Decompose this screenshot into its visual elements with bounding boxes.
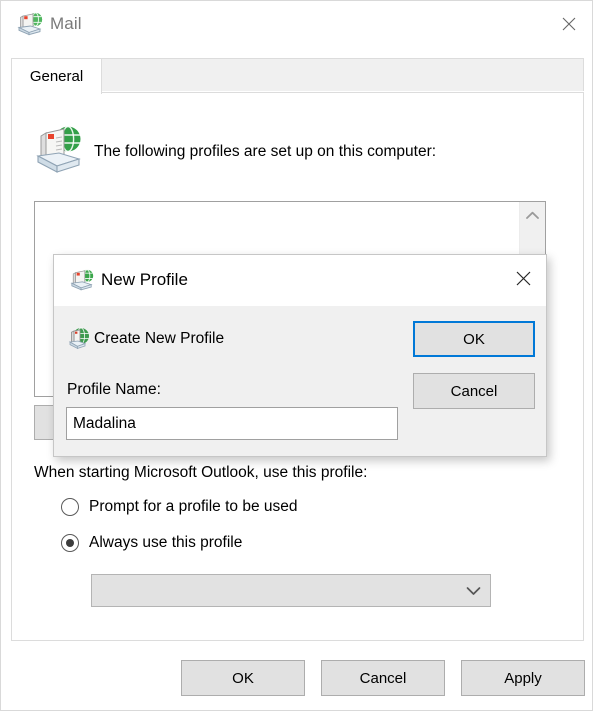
startup-profile-label: When starting Microsoft Outlook, use thi… [34, 464, 368, 481]
tab-general[interactable]: General [11, 58, 102, 94]
chevron-down-icon [456, 586, 490, 596]
chevron-up-icon[interactable] [520, 202, 545, 228]
apply-button[interactable]: Apply [461, 660, 585, 696]
new-profile-body: Create New Profile Profile Name: OK Canc… [54, 306, 546, 456]
close-icon[interactable] [546, 1, 592, 47]
radio-prompt-label: Prompt for a profile to be used [89, 498, 298, 515]
profile-icon [68, 327, 90, 351]
new-profile-titlebar: New Profile [54, 255, 546, 306]
window-titlebar: Mail [1, 1, 592, 47]
radio-checked-icon [61, 534, 79, 552]
ok-button[interactable]: OK [181, 660, 305, 696]
mail-setup-icon [70, 268, 94, 292]
dialog-button-row: OK Cancel Apply [181, 660, 585, 696]
radio-always-use-profile[interactable]: Always use this profile [61, 534, 242, 552]
profile-name-label: Profile Name: [67, 381, 161, 398]
create-new-profile-label: Create New Profile [94, 330, 225, 347]
mail-setup-icon [17, 11, 43, 37]
radio-unchecked-icon [61, 498, 79, 516]
profiles-header-text: The following profiles are set up on thi… [94, 143, 437, 160]
mail-profiles-icon [34, 124, 84, 180]
window-title: Mail [50, 14, 82, 33]
new-profile-title: New Profile [101, 270, 188, 289]
radio-prompt-for-profile[interactable]: Prompt for a profile to be used [61, 498, 298, 516]
new-profile-dialog: New Profile Create New Profile Profile N… [53, 254, 547, 457]
new-profile-cancel-button[interactable]: Cancel [413, 373, 535, 409]
radio-always-label: Always use this profile [89, 534, 243, 551]
cancel-button[interactable]: Cancel [321, 660, 445, 696]
profile-name-input[interactable] [66, 407, 398, 440]
default-profile-combobox[interactable] [91, 574, 491, 607]
new-profile-ok-button[interactable]: OK [413, 321, 535, 357]
close-icon[interactable] [500, 255, 546, 301]
